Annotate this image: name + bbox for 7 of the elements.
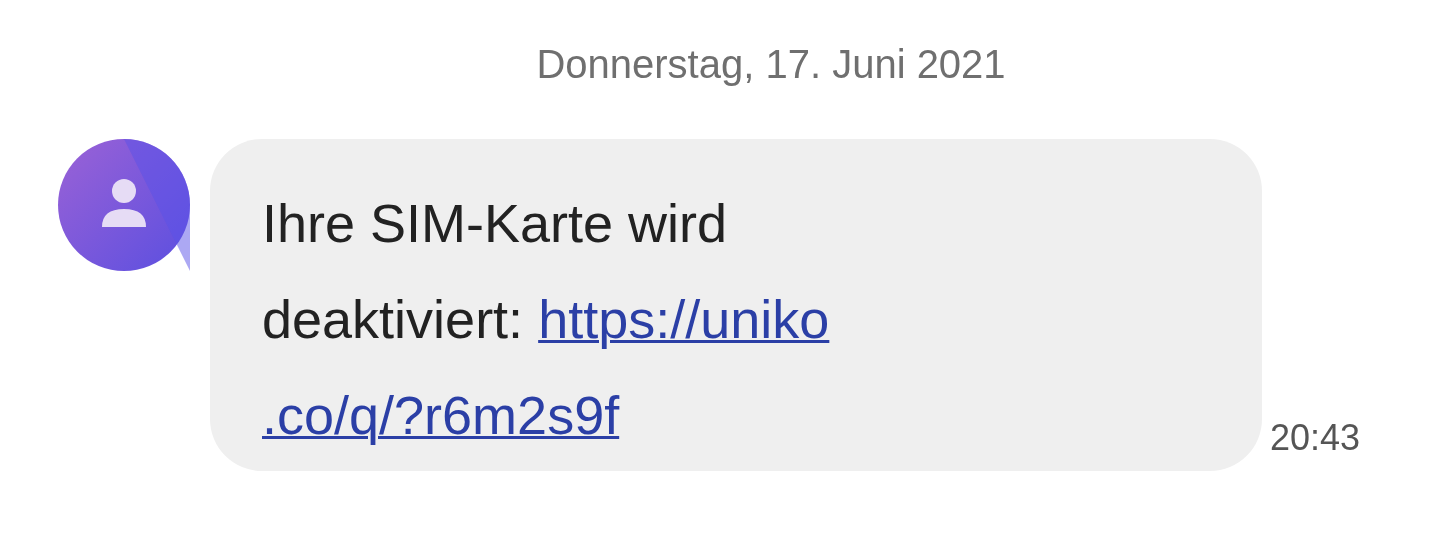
message-time: 20:43 — [1270, 417, 1361, 459]
avatar-icon — [58, 139, 190, 271]
message-link[interactable]: https://uniko — [538, 289, 830, 349]
date-header: Donnerstag, 17. Juni 2021 — [536, 42, 1006, 87]
message-link[interactable]: .co/q/?r6m2s9f — [262, 385, 620, 445]
message-text: deaktiviert: — [262, 289, 524, 349]
message-text: Ihre SIM-Karte wird — [262, 192, 729, 255]
